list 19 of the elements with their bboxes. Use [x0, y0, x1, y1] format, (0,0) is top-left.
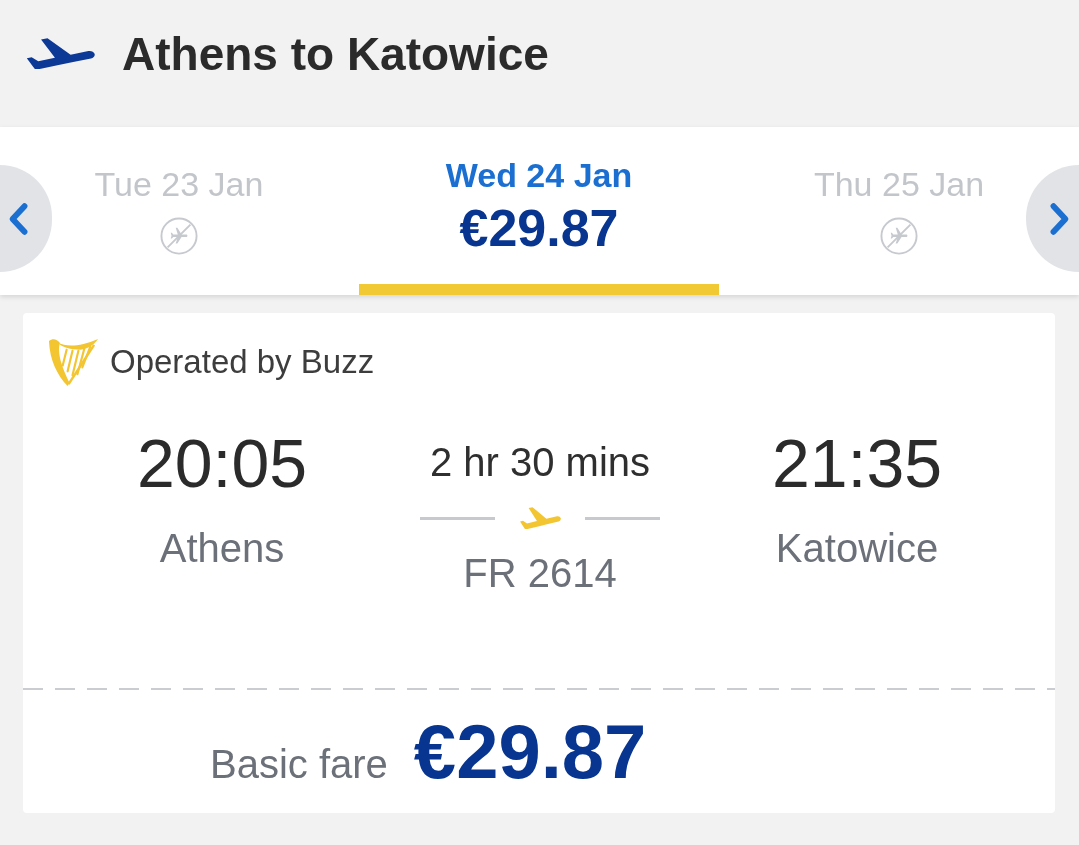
fare-price: €29.87: [413, 710, 647, 794]
operator-text: Operated by Buzz: [110, 341, 375, 382]
departure-time: 20:05: [136, 425, 308, 501]
no-flights-icon: [160, 217, 198, 255]
airplane-icon: [519, 507, 561, 529]
no-flights-icon: [880, 217, 918, 255]
date-tab[interactable]: Thu 25 Jan: [772, 127, 1026, 295]
arrival-time: 21:35: [771, 425, 943, 501]
chevron-right-icon: [1048, 201, 1070, 236]
flight-duration: 2 hr 30 mins: [429, 439, 651, 485]
flight-number: FR 2614: [463, 550, 617, 596]
fare-label: Basic fare: [210, 741, 388, 787]
arrival-city: Katowice: [775, 525, 939, 571]
chevron-left-icon: [8, 201, 30, 236]
departure-city: Athens: [159, 525, 285, 571]
date-tab[interactable]: Wed 24 Jan €29.87: [359, 127, 719, 295]
date-tab[interactable]: Tue 23 Jan: [52, 127, 306, 295]
page-title: Athens to Katowice: [122, 26, 549, 81]
airplane-icon: [25, 38, 95, 69]
